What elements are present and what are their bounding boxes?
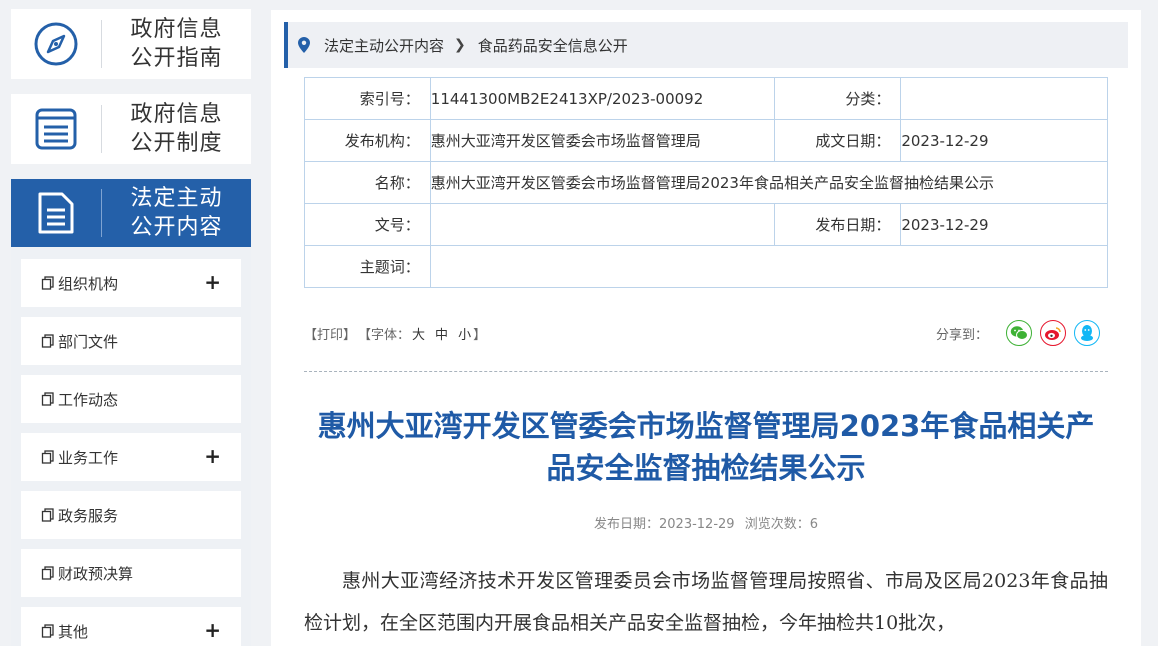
page-icon — [41, 276, 55, 290]
page-icon — [41, 566, 55, 580]
meta-label: 发布机构： — [304, 119, 431, 162]
page-icon — [41, 450, 55, 464]
menu-item-news[interactable]: 工作动态 — [21, 375, 241, 423]
breadcrumb-current[interactable]: 食品药品安全信息公开 — [478, 35, 628, 56]
article-title: 惠州大亚湾开发区管委会市场监督管理局2023年食品相关产品安全监督抽检结果公示 — [317, 409, 1095, 485]
breadcrumb-parent-link[interactable]: 法定主动公开内容 — [324, 35, 444, 56]
font-large-link[interactable]: 大 — [412, 324, 425, 343]
page-icon — [41, 334, 55, 348]
location-pin-icon — [298, 37, 310, 53]
menu-item-org[interactable]: 组织机构 + — [21, 259, 241, 307]
views-label: 浏览次数： — [744, 517, 810, 532]
meta-org-value: 惠州大亚湾开发区管委会市场监督管理局 — [429, 119, 775, 162]
nav-card-label: 法定主动 公开内容 — [130, 186, 223, 240]
breadcrumb: 法定主动公开内容 ❯ 食品药品安全信息公开 — [284, 22, 1128, 68]
article-pub-info: 发布日期：2023-12-29 浏览次数：6 — [304, 513, 1108, 532]
menu-item-label: 其他 — [58, 622, 89, 641]
font-medium-link[interactable]: 中 — [435, 324, 448, 343]
meta-label: 主题词： — [304, 245, 431, 288]
article-body: 惠州大亚湾经济技术开发区管理委员会市场监督管理局按照省、市局及区局2023年食品… — [304, 570, 1108, 634]
compass-icon — [11, 9, 101, 79]
meta-name-value: 惠州大亚湾开发区管委会市场监督管理局2023年食品相关产品安全监督抽检结果公示 — [429, 161, 1109, 204]
menu-item-label: 业务工作 — [58, 448, 119, 467]
meta-written-date: 2023-12-29 — [900, 119, 1108, 162]
article-toolbar: 【打印】 【字体： 大 中 小 】 分享到： — [304, 320, 1108, 346]
main-content: 法定主动公开内容 ❯ 食品药品安全信息公开 索引号： 11441300MB2E2… — [271, 10, 1141, 646]
expand-icon[interactable]: + — [204, 271, 221, 293]
meta-label: 发布日期： — [773, 203, 902, 246]
menu-item-label: 工作动态 — [58, 390, 119, 409]
nav-card-system[interactable]: 政府信息 公开制度 — [11, 94, 251, 164]
menu-item-other[interactable]: 其他 + — [21, 607, 241, 646]
page-icon — [41, 508, 55, 522]
meta-docno-value — [429, 203, 775, 246]
pub-date-value: 2023-12-29 — [659, 517, 735, 532]
font-small-link[interactable]: 小 — [458, 324, 471, 343]
menu-item-label: 部门文件 — [58, 332, 119, 351]
meta-label: 文号： — [304, 203, 431, 246]
meta-label: 索引号： — [304, 77, 431, 120]
meta-label: 名称： — [304, 161, 431, 204]
meta-label: 分类： — [773, 77, 902, 120]
menu-item-label: 财政预决算 — [58, 564, 134, 583]
divider — [304, 371, 1108, 372]
submenu-panel: 组织机构 + 部门文件 工作动态 业务工作 + 政务服务 财政预决算 其他 + — [11, 248, 251, 646]
page-icon — [41, 624, 55, 638]
menu-item-dept-docs[interactable]: 部门文件 — [21, 317, 241, 365]
list-icon — [11, 94, 101, 164]
meta-label: 成文日期： — [773, 119, 902, 162]
views-count: 6 — [809, 517, 818, 532]
sidebar: 政府信息 公开指南 政府信息 公开制度 法定主动 公开内容 组织机构 + 部门文… — [0, 0, 262, 646]
share-group: 分享到： — [936, 320, 1100, 346]
meta-category-value — [900, 77, 1108, 120]
meta-keyword-value — [429, 245, 1109, 288]
meta-pub-date: 2023-12-29 — [900, 203, 1108, 246]
wechat-share-icon[interactable] — [1006, 320, 1032, 346]
print-link[interactable]: 【打印】 — [304, 324, 356, 343]
meta-index-value: 11441300MB2E2413XP/2023-00092 — [429, 77, 775, 120]
menu-item-budget[interactable]: 财政预决算 — [21, 549, 241, 597]
page-icon — [41, 392, 55, 406]
font-size-prefix: 【字体： — [358, 327, 411, 343]
nav-card-label: 政府信息 公开指南 — [130, 17, 223, 71]
nav-card-active-content[interactable]: 法定主动 公开内容 — [11, 179, 251, 247]
pub-date-label: 发布日期： — [593, 517, 659, 532]
menu-item-business[interactable]: 业务工作 + — [21, 433, 241, 481]
font-size-suffix: 】 — [473, 327, 487, 343]
nav-card-guide[interactable]: 政府信息 公开指南 — [11, 9, 251, 79]
weibo-share-icon[interactable] — [1040, 320, 1066, 346]
document-icon — [11, 179, 101, 247]
share-label: 分享到： — [935, 327, 988, 343]
menu-item-label: 组织机构 — [58, 274, 119, 293]
chevron-right-icon: ❯ — [454, 37, 466, 53]
expand-icon[interactable]: + — [204, 445, 221, 467]
nav-card-label: 政府信息 公开制度 — [130, 102, 223, 156]
document-meta-table: 索引号： 11441300MB2E2413XP/2023-00092 分类： 发… — [304, 77, 1109, 288]
expand-icon[interactable]: + — [204, 619, 221, 641]
menu-item-services[interactable]: 政务服务 — [21, 491, 241, 539]
menu-item-label: 政务服务 — [58, 506, 119, 525]
qq-share-icon[interactable] — [1074, 320, 1100, 346]
